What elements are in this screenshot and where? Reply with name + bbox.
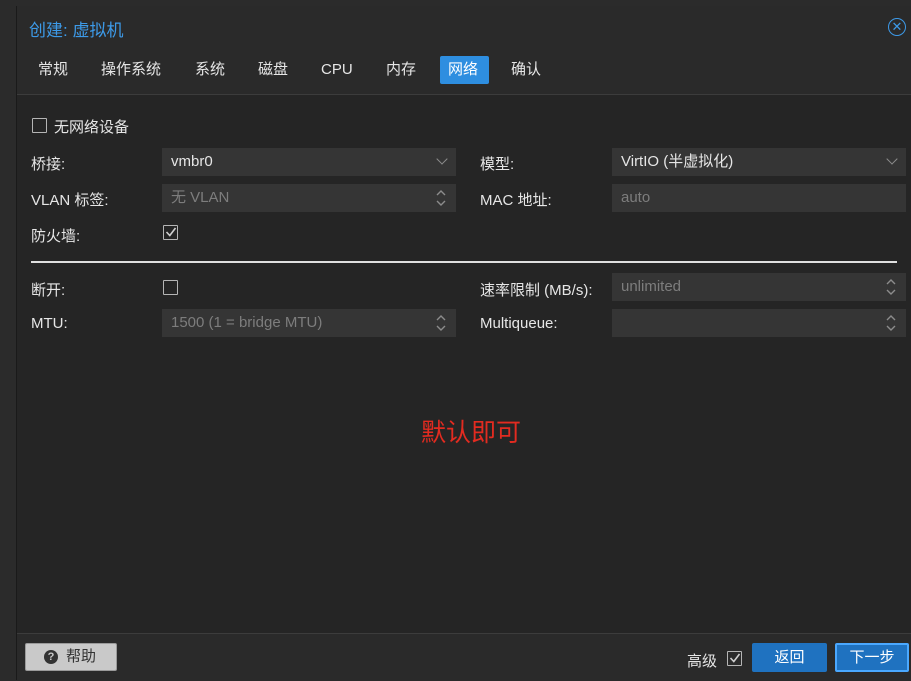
tab-cpu[interactable]: CPU: [313, 56, 361, 84]
tab-network[interactable]: 网络: [440, 56, 489, 84]
help-button[interactable]: ? 帮助: [25, 643, 117, 671]
title-bar: 创建: 虚拟机 ✕: [17, 6, 911, 46]
vlan-input[interactable]: 无 VLAN: [162, 184, 456, 212]
checkmark-icon: [729, 653, 741, 663]
back-button[interactable]: 返回: [752, 643, 827, 672]
multiqueue-input[interactable]: [612, 309, 906, 337]
dialog-footer: ? 帮助 高级 返回 下一步: [17, 633, 911, 681]
bridge-value: vmbr0: [171, 153, 213, 170]
spinner-icon[interactable]: [886, 278, 896, 296]
network-panel: 无网络设备 桥接: vmbr0 模型: VirtIO (半虚拟化) VLAN 标…: [17, 95, 911, 633]
spinner-icon[interactable]: [886, 314, 896, 332]
advanced-checkbox[interactable]: [727, 651, 742, 666]
tab-confirm[interactable]: 确认: [503, 56, 549, 84]
rate-limit-placeholder: unlimited: [621, 278, 682, 295]
close-icon[interactable]: ✕: [888, 18, 906, 36]
vlan-label: VLAN 标签:: [31, 192, 109, 209]
bridge-label: 桥接:: [31, 156, 66, 173]
create-vm-dialog: 创建: 虚拟机 ✕ 常规 操作系统 系统 磁盘 CPU 内存 网络 确认 无网络…: [16, 6, 911, 681]
mtu-label: MTU:: [31, 315, 68, 332]
tab-general[interactable]: 常规: [30, 56, 76, 84]
mtu-input[interactable]: 1500 (1 = bridge MTU): [162, 309, 456, 337]
tab-bar: 常规 操作系统 系统 磁盘 CPU 内存 网络 确认: [17, 54, 911, 95]
mac-placeholder: auto: [621, 189, 651, 206]
firewall-label: 防火墙:: [31, 228, 81, 245]
chevron-down-icon: [436, 153, 448, 165]
no-network-label: 无网络设备: [54, 119, 130, 136]
annotation-text: 默认即可: [421, 419, 522, 447]
bridge-select[interactable]: vmbr0: [162, 148, 456, 176]
mtu-placeholder: 1500 (1 = bridge MTU): [171, 314, 323, 331]
mac-label: MAC 地址:: [480, 192, 552, 209]
chevron-down-icon: [886, 153, 898, 165]
checkmark-icon: [165, 227, 177, 237]
vlan-placeholder: 无 VLAN: [171, 189, 230, 206]
mac-input[interactable]: auto: [612, 184, 906, 212]
firewall-checkbox[interactable]: [163, 225, 178, 240]
rate-limit-label: 速率限制 (MB/s):: [480, 282, 593, 299]
rate-limit-input[interactable]: unlimited: [612, 273, 906, 301]
model-label: 模型:: [480, 156, 515, 173]
help-label: 帮助: [66, 648, 97, 665]
spinner-icon[interactable]: [436, 314, 446, 332]
no-network-checkbox[interactable]: [32, 118, 47, 133]
disconnect-label: 断开:: [31, 282, 66, 299]
question-circle-icon: ?: [44, 650, 58, 664]
section-divider: [31, 261, 897, 263]
tab-system[interactable]: 系统: [187, 56, 233, 84]
model-select[interactable]: VirtIO (半虚拟化): [612, 148, 906, 176]
disconnect-checkbox[interactable]: [163, 280, 178, 295]
model-value: VirtIO (半虚拟化): [621, 153, 734, 170]
tab-disks[interactable]: 磁盘: [250, 56, 296, 84]
advanced-label: 高级: [687, 653, 718, 670]
tab-os[interactable]: 操作系统: [93, 56, 169, 84]
dialog-title: 创建: 虚拟机: [29, 21, 124, 40]
next-button[interactable]: 下一步: [835, 643, 909, 672]
tab-memory[interactable]: 内存: [378, 56, 424, 84]
multiqueue-label: Multiqueue:: [480, 315, 558, 332]
spinner-icon[interactable]: [436, 189, 446, 207]
